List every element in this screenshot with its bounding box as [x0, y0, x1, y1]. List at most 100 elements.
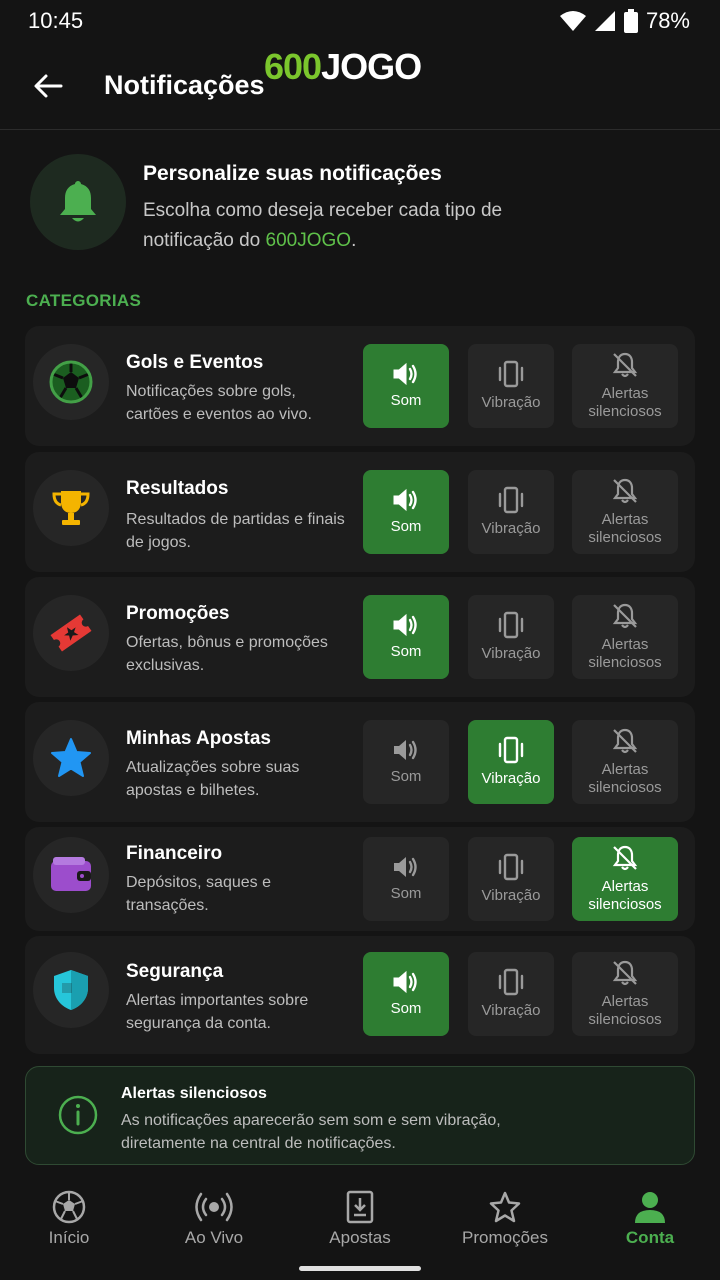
speaker-icon — [394, 857, 417, 877]
category-card-seguranca: Segurança Alertas importantes sobre segu… — [25, 936, 695, 1054]
option-sound[interactable]: Som — [363, 837, 449, 921]
home-indicator[interactable] — [299, 1266, 421, 1271]
category-title: Promoções — [126, 603, 230, 624]
category-title: Resultados — [126, 478, 229, 499]
speaker-icon — [393, 613, 417, 637]
category-card-promocoes: Promoções Ofertas, bônus e promoções exc… — [25, 577, 695, 697]
vibration-icon — [498, 736, 524, 764]
star-icon — [51, 738, 91, 777]
status-bar: 10:45 78% — [0, 0, 720, 42]
category-description: Resultados de partidas e finais de jogos… — [126, 511, 345, 551]
vibration-icon — [498, 968, 524, 996]
option-sound[interactable]: Som — [363, 720, 449, 804]
speaker-icon — [393, 362, 417, 386]
star-outline-icon — [489, 1191, 521, 1223]
option-vibration[interactable]: Vibração — [468, 720, 554, 804]
option-sound[interactable]: Som — [363, 952, 449, 1036]
nav-item-inicio[interactable]: Início — [4, 1190, 134, 1250]
nav-item-conta[interactable]: Conta — [585, 1190, 715, 1250]
category-card-resultados: Resultados Resultados de partidas e fina… — [25, 452, 695, 572]
category-description: Notificações sobre gols, cartões e event… — [126, 383, 312, 423]
nav-item-apostas[interactable]: Apostas — [295, 1190, 425, 1250]
category-icon-circle — [33, 837, 109, 913]
option-silent[interactable]: Alertas silenciosos — [572, 595, 678, 679]
category-title: Gols e Eventos — [126, 352, 264, 373]
info-icon — [58, 1095, 98, 1135]
category-card-minhas-apostas: Minhas Apostas Atualizações sobre suas a… — [25, 702, 695, 822]
category-title: Minhas Apostas — [126, 728, 271, 749]
status-time: 10:45 — [28, 8, 84, 33]
option-silent[interactable]: Alertas silenciosos — [572, 470, 678, 554]
category-card-financeiro: Financeiro Depósitos, saques e transaçõe… — [25, 827, 695, 931]
category-description: Alertas importantes sobre segurança da c… — [126, 992, 309, 1032]
bell-off-icon — [612, 728, 638, 754]
option-vibration[interactable]: Vibração — [468, 952, 554, 1036]
wallet-icon — [51, 857, 91, 891]
option-vibration[interactable]: Vibração — [468, 595, 554, 679]
bell-off-icon — [612, 960, 638, 986]
status-icons: 78% — [559, 8, 690, 34]
bell-off-icon — [612, 845, 638, 871]
intro-description: Escolha como deseja receber cada tipo de… — [143, 200, 503, 251]
option-silent[interactable]: Alertas silenciosos — [572, 344, 678, 428]
intro-title: Personalize suas notificações — [143, 162, 442, 185]
option-vibration[interactable]: Vibração — [468, 837, 554, 921]
info-box-silent-alerts: Alertas silenciosos As notificações apar… — [25, 1066, 695, 1165]
arrow-back-icon — [34, 74, 63, 98]
ticket-icon — [50, 614, 92, 652]
vibration-icon — [498, 853, 524, 881]
speaker-icon — [393, 488, 417, 512]
wifi-icon — [559, 11, 586, 31]
back-button[interactable] — [28, 66, 68, 106]
vibration-icon — [498, 611, 524, 639]
app-bar: Notificações 600JOGO — [0, 42, 720, 130]
shield-icon — [54, 970, 88, 1010]
bell-off-icon — [612, 478, 638, 504]
category-description: Ofertas, bônus e promoções exclusivas. — [126, 634, 328, 674]
category-icon-circle — [33, 595, 109, 671]
section-label-categories: CATEGORIAS — [26, 291, 142, 310]
page-title: Notificações — [104, 70, 265, 100]
signal-icon — [594, 11, 615, 31]
bell-off-icon — [612, 603, 638, 629]
vibration-icon — [498, 360, 524, 388]
category-icon-circle — [33, 952, 109, 1028]
option-silent[interactable]: Alertas silenciosos — [572, 837, 678, 921]
trophy-icon — [52, 491, 90, 525]
category-description: Atualizações sobre suas apostas e bilhet… — [126, 759, 300, 799]
broadcast-icon — [195, 1192, 233, 1222]
option-sound[interactable]: Som — [363, 470, 449, 554]
battery-icon — [623, 9, 638, 33]
speaker-icon — [393, 970, 417, 994]
option-silent[interactable]: Alertas silenciosos — [572, 720, 678, 804]
option-vibration[interactable]: Vibração — [468, 344, 554, 428]
bottom-navigation: Início Ao Vivo Apostas Promoções Conta — [0, 1180, 720, 1280]
option-silent[interactable]: Alertas silenciosos — [572, 952, 678, 1036]
speaker-icon — [394, 740, 417, 760]
bell-off-icon — [612, 352, 638, 378]
bell-icon — [60, 181, 96, 222]
category-icon-circle — [33, 470, 109, 546]
option-vibration[interactable]: Vibração — [468, 470, 554, 554]
soccer-ball-icon — [49, 360, 93, 404]
info-title: Alertas silenciosos — [121, 1085, 267, 1102]
bet-slip-icon — [346, 1190, 374, 1224]
info-description: As notificações aparecerão sem som e sem… — [121, 1112, 501, 1152]
battery-level: 78% — [645, 8, 690, 33]
category-title: Segurança — [126, 961, 224, 982]
user-icon — [635, 1192, 665, 1223]
option-sound[interactable]: Som — [363, 595, 449, 679]
category-icon-circle — [33, 720, 109, 796]
category-card-gols: Gols e Eventos Notificações sobre gols, … — [25, 326, 695, 446]
vibration-icon — [498, 486, 524, 514]
category-description: Depósitos, saques e transações. — [126, 874, 271, 914]
bell-icon-circle — [30, 154, 126, 250]
category-icon-circle — [33, 344, 109, 420]
option-sound[interactable]: Som — [363, 344, 449, 428]
nav-item-ao-vivo[interactable]: Ao Vivo — [149, 1190, 279, 1250]
brand-logo: 600JOGO — [264, 46, 422, 87]
category-title: Financeiro — [126, 843, 223, 864]
soccer-ball-icon — [52, 1190, 86, 1224]
nav-item-promocoes[interactable]: Promoções — [440, 1190, 570, 1250]
intro-section: Personalize suas notificações Escolha co… — [30, 154, 700, 254]
